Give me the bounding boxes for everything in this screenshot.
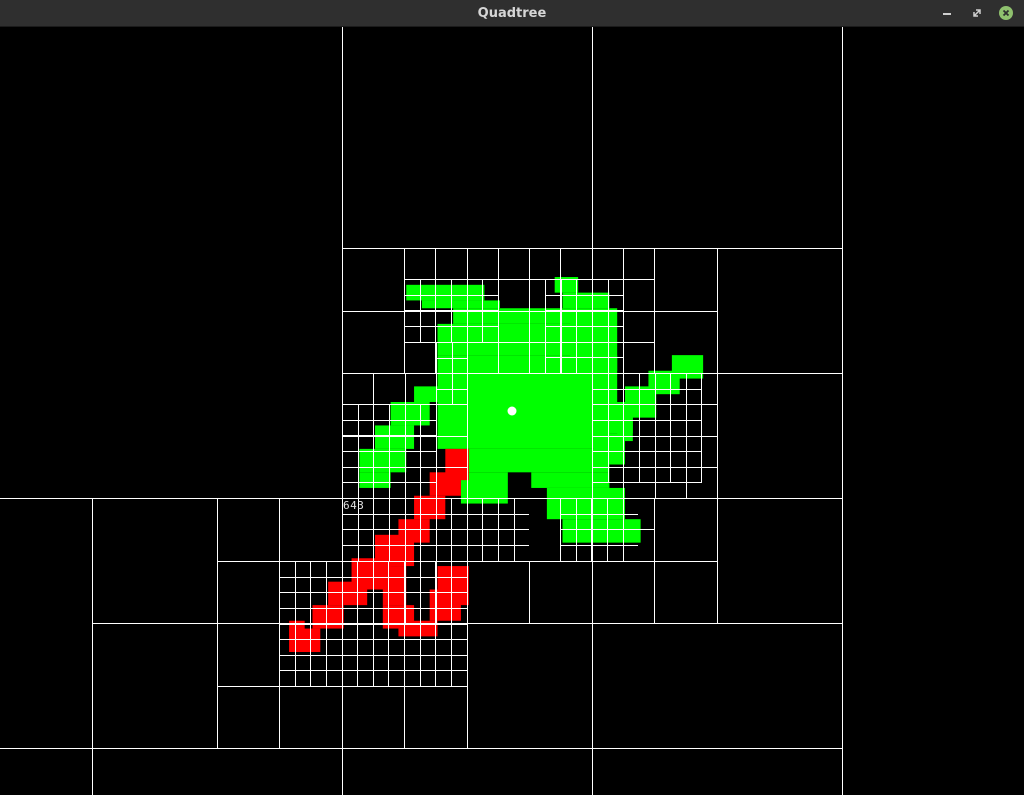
shape-cell <box>421 300 501 309</box>
shape-cell <box>390 402 430 426</box>
shape-cell <box>437 355 618 403</box>
shape-cell <box>437 292 454 301</box>
quadtree-canvas[interactable]: 643 <box>0 27 1024 795</box>
window-title: Quadtree <box>477 6 547 21</box>
shape-cell <box>429 472 461 496</box>
shape-cell <box>328 581 368 606</box>
shape-cell <box>382 566 407 606</box>
close-button[interactable] <box>999 6 1013 20</box>
green-shape <box>359 277 704 543</box>
shape-cell <box>562 292 610 309</box>
shape-cell <box>414 386 446 403</box>
shape-cell <box>437 566 469 606</box>
node-count-label: 643 <box>343 499 365 512</box>
quadtree-drawing <box>0 27 843 795</box>
shape-cell <box>437 323 610 356</box>
close-icon <box>999 6 1013 20</box>
shape-cell <box>671 355 704 379</box>
shape-cell <box>531 472 610 488</box>
shape-cell <box>359 448 407 473</box>
minimize-button[interactable] <box>940 6 954 20</box>
shape-cell <box>617 417 633 442</box>
shape-cell <box>375 425 415 449</box>
center-point <box>507 406 517 416</box>
shape-cell <box>562 519 641 543</box>
shape-cell <box>414 495 446 520</box>
title-bar: Quadtree <box>0 0 1024 27</box>
shape-cell <box>437 402 610 449</box>
maximize-icon <box>973 9 981 17</box>
maximize-button[interactable] <box>970 6 984 20</box>
shape-cell <box>453 448 610 473</box>
shape-cell <box>359 472 391 488</box>
minimize-icon <box>943 13 951 15</box>
